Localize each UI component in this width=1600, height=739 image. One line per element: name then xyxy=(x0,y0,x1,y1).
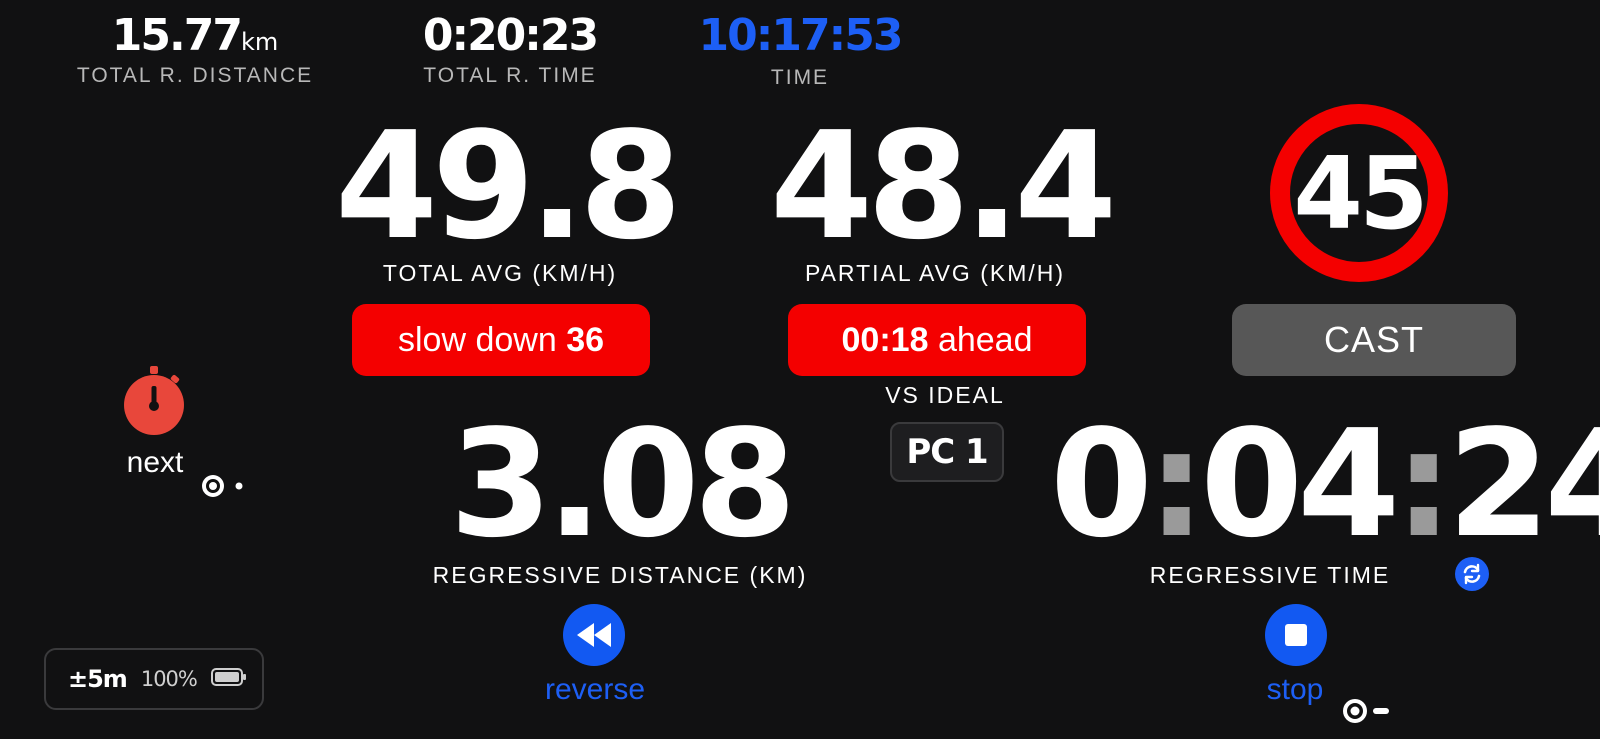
clock: 10:17:53 TIME xyxy=(695,14,905,90)
rewind-icon[interactable] xyxy=(563,604,625,666)
pc-badge[interactable]: PC 1 xyxy=(890,422,1004,482)
vs-ideal-label: VS IDEAL xyxy=(885,382,1005,408)
time-separator: : xyxy=(1146,398,1206,570)
reverse-button[interactable]: reverse xyxy=(520,673,670,707)
gps-accuracy: ±5m xyxy=(68,665,128,693)
regressive-distance-label: REGRESSIVE DISTANCE (KM) xyxy=(432,562,808,588)
total-race-time: 0:20:23 TOTAL R. TIME xyxy=(400,14,620,88)
sync-icon[interactable] xyxy=(1455,557,1489,591)
ahead-alert: 00:18 ahead xyxy=(788,304,1086,376)
partial-avg-label: PARTIAL AVG (KM/H) xyxy=(804,260,1066,286)
total-race-distance: 15.77km TOTAL R. DISTANCE xyxy=(70,14,320,88)
slow-down-alert: slow down 36 xyxy=(352,304,650,376)
cast-button[interactable]: CAST xyxy=(1232,304,1516,376)
regressive-time-minutes: 04 xyxy=(1200,398,1400,570)
radio-dash-icon xyxy=(1342,698,1392,726)
distance-value: 15.77 xyxy=(111,10,243,61)
clock-value: 10:17:53 xyxy=(698,10,904,61)
stop-icon[interactable] xyxy=(1265,604,1327,666)
regressive-distance-value: 3.08 xyxy=(449,398,796,570)
ahead-text: ahead xyxy=(937,320,1033,359)
partial-avg-value: 48.4 xyxy=(770,100,1117,272)
slow-down-value: 36 xyxy=(566,320,605,359)
status-box: ±5m 100% xyxy=(44,648,264,710)
radio-dot-icon xyxy=(201,474,251,498)
cast-label: CAST xyxy=(1323,319,1424,360)
regressive-time-label: REGRESSIVE TIME xyxy=(1149,562,1391,588)
race-time-value: 0:20:23 xyxy=(422,10,599,61)
timer-icon[interactable] xyxy=(122,366,186,436)
next-button[interactable]: next xyxy=(100,446,210,480)
battery-icon xyxy=(210,668,247,690)
race-time-label: TOTAL R. TIME xyxy=(423,64,597,87)
regressive-time-seconds: 24 xyxy=(1447,398,1600,570)
regressive-time-value: 0:04:24 xyxy=(1050,410,1600,558)
ahead-time: 00:18 xyxy=(841,320,929,359)
time-separator: : xyxy=(1394,398,1453,570)
speed-limit-value: 45 xyxy=(1293,134,1428,252)
total-avg-value: 49.8 xyxy=(335,100,682,272)
slow-down-text: slow down xyxy=(397,320,557,359)
pc-badge-label: PC 1 xyxy=(906,432,988,472)
distance-label: TOTAL R. DISTANCE xyxy=(76,64,314,87)
speed-limit-sign: 45 xyxy=(1270,104,1448,282)
battery-percent: 100% xyxy=(140,667,198,691)
distance-unit: km xyxy=(240,28,279,56)
regressive-time-hours: 0 xyxy=(1050,398,1153,570)
total-avg-label: TOTAL AVG (KM/H) xyxy=(382,260,618,286)
stop-button[interactable]: stop xyxy=(1230,673,1360,707)
clock-label: TIME xyxy=(770,66,830,89)
